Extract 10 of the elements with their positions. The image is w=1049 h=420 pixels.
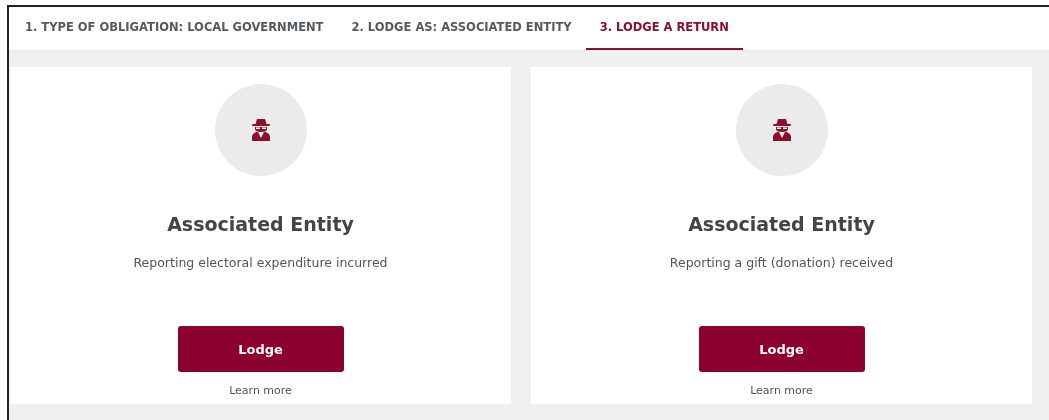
lodge-button[interactable]: Lodge — [698, 326, 865, 373]
lodge-button[interactable]: Lodge — [177, 326, 344, 373]
card-title: Associated Entity — [688, 212, 875, 237]
learn-more-link[interactable]: Learn more — [229, 383, 292, 400]
card-description: Reporting electoral expenditure incurred — [133, 253, 388, 272]
learn-more-link[interactable]: Learn more — [750, 383, 813, 400]
card-description: Reporting a gift (donation) received — [669, 253, 894, 272]
step-tab[interactable]: 2. LODGE AS: ASSOCIATED ENTITY — [337, 7, 586, 50]
step-tab[interactable]: 1. TYPE OF OBLIGATION: LOCAL GOVERNMENT — [11, 7, 338, 50]
card-title: Associated Entity — [167, 212, 354, 237]
